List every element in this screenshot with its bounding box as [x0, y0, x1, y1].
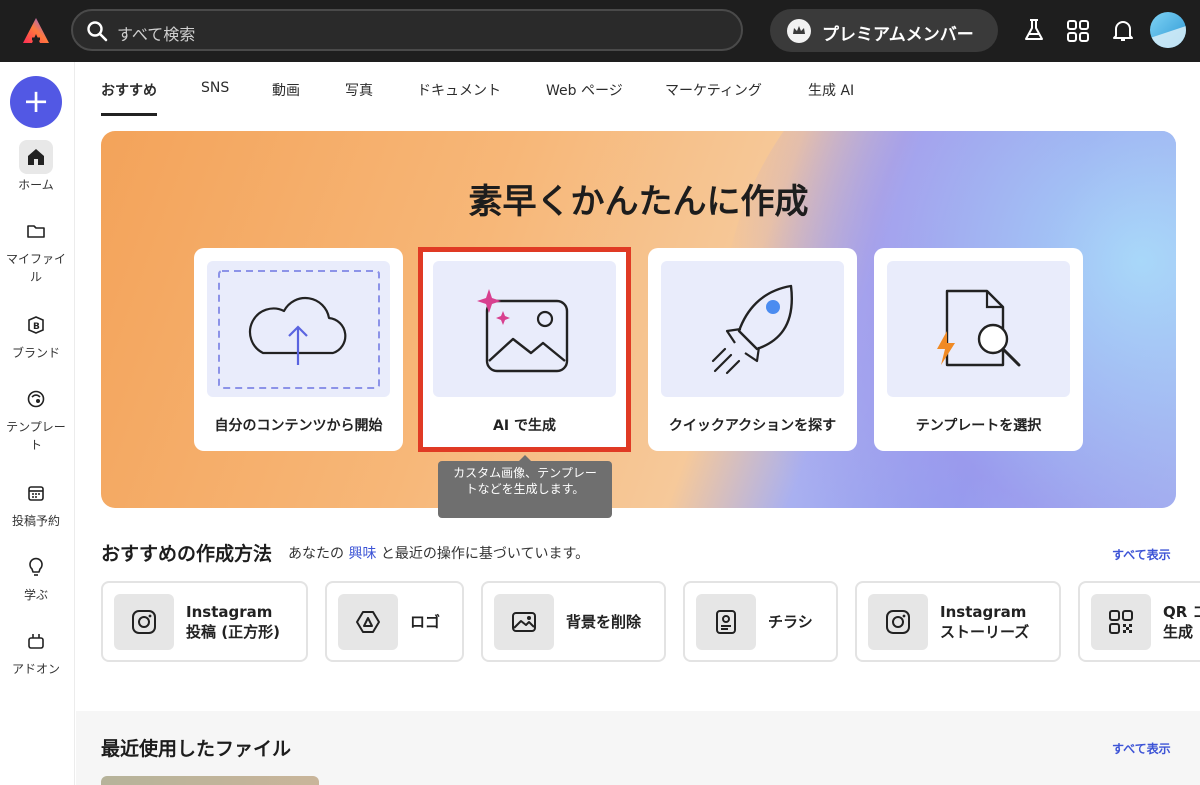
see-all-recent-link[interactable]: すべて表示	[1112, 740, 1171, 757]
premium-label: プレミアムメンバー	[822, 25, 974, 45]
tab-generative-ai[interactable]: 生成 AI	[808, 80, 854, 116]
chip-flyer[interactable]: チラシ	[683, 581, 838, 662]
template-icon	[19, 382, 53, 416]
chip-label: Instagram 投稿 (正方形)	[186, 583, 280, 660]
card-label: 自分のコンテンツから開始	[214, 418, 383, 434]
chip-label: 背景を削除	[566, 612, 642, 631]
create-new-button[interactable]: +	[10, 76, 62, 128]
chip-instagram-stories[interactable]: Instagram ストーリーズ	[855, 581, 1061, 662]
flask-icon[interactable]	[1022, 17, 1046, 43]
rail-label: ホーム	[18, 178, 54, 192]
rocket-icon	[711, 284, 794, 375]
rail-item-addons[interactable]: アドオン	[0, 624, 72, 678]
chip-qr-code[interactable]: QR コ生成	[1078, 581, 1200, 662]
recent-file-thumbnail[interactable]	[101, 776, 319, 785]
chip-label-line1: Instagram	[186, 602, 273, 621]
qr-icon	[1091, 594, 1151, 650]
tab-video[interactable]: 動画	[272, 80, 300, 116]
calendar-icon	[19, 476, 53, 510]
upload-cloud-icon	[218, 270, 380, 389]
see-all-recommended-link[interactable]: すべて表示	[1112, 546, 1171, 563]
folder-icon	[19, 214, 53, 248]
app-logo-icon[interactable]	[20, 15, 52, 47]
card-label: クイックアクションを探す	[668, 418, 837, 434]
instagram-icon	[114, 594, 174, 650]
subtitle-text: あなたの	[288, 546, 344, 562]
apps-grid-icon[interactable]	[1066, 17, 1090, 43]
start-from-content-card[interactable]: 自分のコンテンツから開始	[194, 248, 403, 451]
quick-actions-card[interactable]: クイックアクションを探す	[648, 248, 857, 451]
tab-marketing[interactable]: マーケティング	[665, 80, 762, 116]
tab-photo[interactable]: 写真	[345, 80, 373, 116]
rail-item-home[interactable]: ホーム	[0, 140, 72, 194]
recent-files-title: 最近使用したファイル	[101, 738, 292, 760]
card-thumbnail	[887, 261, 1070, 397]
image-icon	[494, 594, 554, 650]
hero-banner: 素早くかんたんに作成 自分のコンテンツから開始 AI で生成 クイックアクション…	[101, 131, 1176, 508]
chip-remove-background[interactable]: 背景を削除	[481, 581, 666, 662]
interests-link[interactable]: 興味	[348, 546, 376, 562]
chip-label: QR コ生成	[1163, 583, 1200, 660]
instagram-icon	[868, 594, 928, 650]
tooltip: カスタム画像、テンプレートなどを生成します。	[438, 461, 612, 518]
home-icon	[19, 140, 53, 174]
chip-label-line2: ストーリーズ	[940, 622, 1030, 641]
rail-label: 学ぶ	[23, 588, 48, 602]
chip-label: チラシ	[768, 612, 813, 631]
chip-label: ロゴ	[410, 612, 441, 631]
search-icon	[87, 21, 108, 42]
rail-label: テンプレート	[6, 420, 66, 452]
rail-item-learn[interactable]: 学ぶ	[0, 550, 72, 604]
rail-item-templates[interactable]: テンプレート	[0, 382, 72, 454]
premium-member-button[interactable]: プレミアムメンバー	[770, 9, 998, 52]
flyer-icon	[696, 594, 756, 650]
rail-label: ブランド	[11, 346, 60, 360]
chip-label-line2: 生成	[1163, 622, 1194, 641]
top-bar: すべて検索 プレミアムメンバー	[0, 0, 1200, 62]
card-label: テンプレートを選択	[915, 418, 1042, 434]
tab-sns[interactable]: SNS	[201, 80, 229, 116]
search-input[interactable]: すべて検索	[71, 9, 743, 51]
highlight-frame	[418, 247, 631, 452]
left-rail: + ホーム マイファイル B ブランド テンプレート 投稿予約 学ぶ アドオン	[0, 62, 75, 785]
svg-text:B: B	[33, 322, 40, 332]
template-search-icon	[937, 289, 1021, 367]
search-placeholder: すべて検索	[117, 25, 196, 44]
card-thumbnail	[207, 261, 390, 397]
addon-icon	[19, 624, 53, 658]
tab-web-page[interactable]: Web ページ	[546, 80, 623, 116]
tab-document[interactable]: ドキュメント	[417, 80, 501, 116]
hero-title: 素早くかんたんに作成	[468, 182, 809, 222]
avatar[interactable]	[1150, 12, 1186, 48]
rail-label: マイファイル	[5, 252, 66, 284]
chip-instagram-post[interactable]: Instagram 投稿 (正方形)	[101, 581, 308, 662]
brand-icon: B	[19, 308, 53, 342]
rail-item-schedule[interactable]: 投稿予約	[0, 476, 72, 530]
chip-label-line1: QR コ	[1163, 602, 1200, 621]
chip-logo[interactable]: ロゴ	[325, 581, 464, 662]
rail-label: アドオン	[11, 662, 60, 676]
rail-item-my-files[interactable]: マイファイル	[0, 214, 72, 286]
rail-item-brand[interactable]: B ブランド	[0, 308, 72, 362]
chip-label: Instagram ストーリーズ	[940, 583, 1029, 660]
lightbulb-icon	[19, 550, 53, 584]
tab-recommended[interactable]: おすすめ	[101, 80, 157, 116]
logo-icon	[338, 594, 398, 650]
rail-label: 投稿予約	[11, 514, 60, 528]
recommended-title: おすすめの作成方法	[101, 543, 273, 565]
chip-label-line2: 投稿 (正方形)	[186, 622, 280, 641]
recommended-subtitle: あなたの 興味 と最近の操作に基づいています。	[288, 543, 589, 563]
chip-label-line1: Instagram	[940, 602, 1027, 621]
crown-icon	[787, 19, 811, 43]
choose-template-card[interactable]: テンプレートを選択	[874, 248, 1083, 451]
subtitle-text: と最近の操作に基づいています。	[380, 546, 590, 562]
card-thumbnail	[661, 261, 844, 397]
bell-icon[interactable]	[1111, 17, 1135, 43]
